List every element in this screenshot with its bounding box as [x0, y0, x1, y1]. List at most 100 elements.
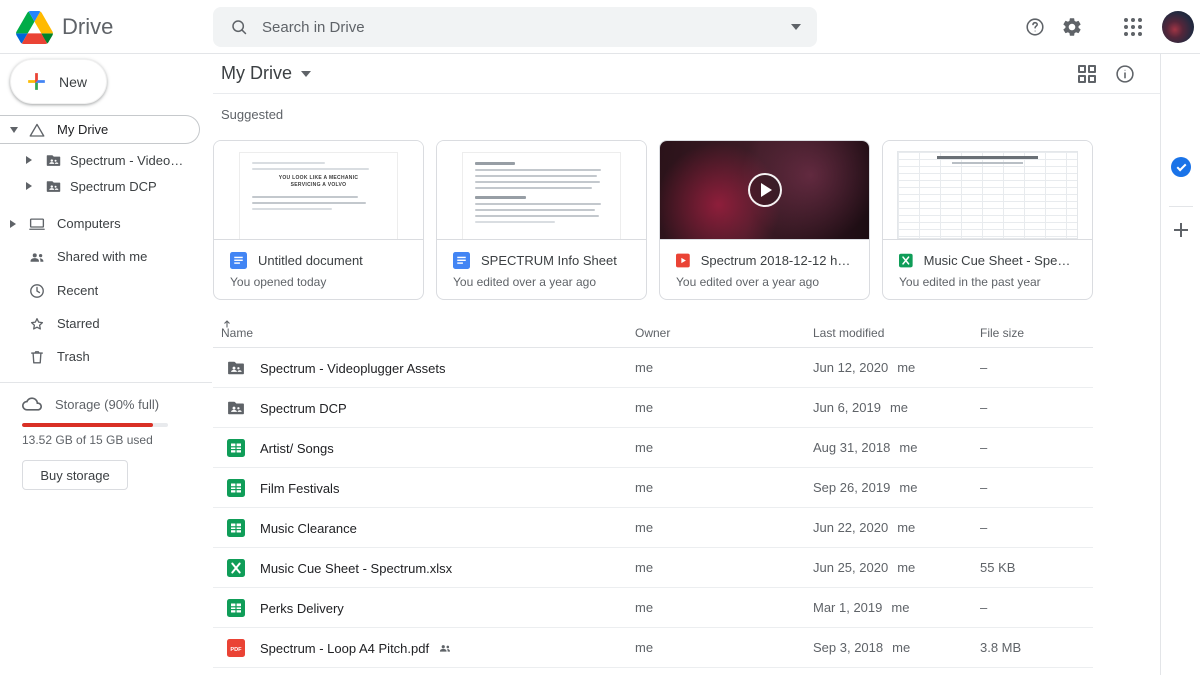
- file-name: Spectrum - Loop A4 Pitch.pdf: [260, 640, 430, 656]
- suggestion-card[interactable]: SPECTRUM Info Sheet You edited over a ye…: [436, 140, 647, 300]
- column-last-modified[interactable]: Last modified: [813, 318, 884, 348]
- modified-by: me: [897, 520, 916, 535]
- pdf-file-icon: PDF: [226, 638, 246, 658]
- google-sheet-icon: [226, 478, 246, 498]
- info-icon: [1116, 65, 1134, 83]
- sidebar-item-shared-with-me[interactable]: Shared with me: [0, 240, 212, 273]
- file-last-modified: Mar 1, 2019: [813, 600, 883, 615]
- tasks-button[interactable]: [1171, 157, 1191, 177]
- file-row[interactable]: Spectrum - Videoplugger Assets me Jun 12…: [213, 348, 1093, 388]
- sidebar: New My Drive Spectrum - Videoplugger... …: [0, 54, 212, 675]
- google-sheet-icon: [226, 438, 246, 458]
- file-owner: me: [635, 400, 654, 415]
- drive-logo[interactable]: Drive: [16, 0, 113, 54]
- file-size: –: [980, 400, 988, 415]
- file-last-modified: Jun 6, 2019: [813, 400, 881, 415]
- file-owner: me: [635, 360, 654, 375]
- sidebar-item-label: Trash: [57, 349, 90, 364]
- column-name[interactable]: Name: [221, 318, 253, 340]
- user-avatar[interactable]: [1162, 11, 1194, 43]
- search-icon: [232, 20, 247, 35]
- right-side-panel: [1160, 54, 1200, 675]
- new-plus-icon: [28, 73, 45, 90]
- search-options-caret-icon[interactable]: [791, 24, 801, 30]
- file-row[interactable]: Film Festivals me Sep 26, 2019 me –: [213, 468, 1093, 508]
- card-title: SPECTRUM Info Sheet: [481, 252, 617, 268]
- search-input[interactable]: [262, 18, 791, 36]
- sidebar-item-label: My Drive: [57, 122, 109, 137]
- modified-by: me: [892, 640, 911, 655]
- expand-caret-right-icon[interactable]: [26, 182, 32, 190]
- play-button-icon[interactable]: [747, 173, 782, 207]
- file-last-modified: Jun 22, 2020: [813, 520, 889, 535]
- settings-gear-icon: [1063, 18, 1081, 36]
- column-owner[interactable]: Owner: [635, 318, 670, 348]
- suggested-cards: YOU LOOK LIKE A MECHANIC SERVICING A VOL…: [213, 140, 1093, 300]
- storage-section[interactable]: Storage (90% full): [0, 392, 159, 416]
- sidebar-item-starred[interactable]: Starred: [0, 307, 212, 340]
- card-subtitle: You edited over a year ago: [453, 275, 596, 289]
- sidebar-item-label: Starred: [57, 316, 100, 331]
- new-button[interactable]: New: [10, 59, 107, 104]
- sidebar-item-folder-videoplugger[interactable]: Spectrum - Videoplugger...: [0, 147, 212, 173]
- sidebar-item-recent[interactable]: Recent: [0, 274, 212, 307]
- keep-button[interactable]: [1171, 111, 1191, 131]
- calendar-button[interactable]: [1171, 65, 1191, 85]
- file-owner: me: [635, 440, 654, 455]
- shared-folder-icon: [44, 151, 62, 169]
- file-row[interactable]: Artist/ Songs me Aug 31, 2018 me –: [213, 428, 1093, 468]
- storage-progress-fill: [22, 423, 154, 427]
- file-name: Film Festivals: [260, 480, 340, 496]
- sidebar-item-computers[interactable]: Computers: [0, 207, 212, 240]
- spreadsheet-thumbnail: [897, 151, 1078, 239]
- expand-caret-down-icon[interactable]: [10, 126, 18, 133]
- tasks-icon: [1171, 157, 1191, 177]
- suggestion-card[interactable]: Music Cue Sheet - Spectrum.xl... You edi…: [882, 140, 1093, 300]
- help-button[interactable]: [1023, 15, 1047, 39]
- sidebar-item-folder-dcp[interactable]: Spectrum DCP: [0, 173, 212, 199]
- expand-caret-right-icon[interactable]: [10, 219, 16, 228]
- buy-storage-button[interactable]: Buy storage: [22, 460, 128, 490]
- page-title[interactable]: My Drive: [221, 63, 311, 84]
- rail-divider: [1169, 206, 1193, 207]
- modified-by: me: [899, 440, 918, 455]
- file-row[interactable]: Perks Delivery me Mar 1, 2019 me –: [213, 588, 1093, 628]
- file-row[interactable]: Music Clearance me Jun 22, 2020 me –: [213, 508, 1093, 548]
- svg-text:PDF: PDF: [230, 647, 242, 653]
- column-file-size[interactable]: File size: [980, 318, 1024, 348]
- modified-by: me: [897, 360, 916, 375]
- google-doc-icon: [453, 251, 470, 269]
- shared-folder-icon: [226, 398, 246, 418]
- main-content: My Drive Suggested YOU LOOK LIKE A MECHA…: [213, 54, 1160, 675]
- file-owner: me: [635, 560, 654, 575]
- sidebar-item-label: Spectrum - Videoplugger...: [70, 152, 190, 168]
- get-addons-button[interactable]: [1173, 222, 1189, 238]
- info-button[interactable]: [1113, 62, 1137, 86]
- buy-storage-label: Buy storage: [40, 467, 110, 483]
- sidebar-item-my-drive[interactable]: My Drive: [0, 115, 200, 144]
- card-subtitle: You opened today: [230, 275, 327, 289]
- grid-view-button[interactable]: [1075, 62, 1099, 86]
- google-apps-button[interactable]: [1121, 15, 1145, 39]
- file-size: –: [980, 480, 988, 495]
- file-row[interactable]: PDF Spectrum - Loop A4 Pitch.pdf me Sep …: [213, 628, 1093, 668]
- settings-button[interactable]: [1060, 15, 1084, 39]
- card-subtitle: You edited in the past year: [899, 275, 1041, 289]
- title-caret-icon[interactable]: [301, 70, 311, 77]
- excel-file-icon: [226, 558, 246, 578]
- trash-icon: [28, 348, 46, 366]
- file-name: Artist/ Songs: [260, 440, 334, 456]
- search-bar[interactable]: [213, 7, 817, 47]
- suggestion-card[interactable]: YOU LOOK LIKE A MECHANIC SERVICING A VOL…: [213, 140, 424, 300]
- file-owner: me: [635, 480, 654, 495]
- file-name: Perks Delivery: [260, 600, 344, 616]
- sidebar-item-label: Recent: [57, 283, 99, 298]
- file-row[interactable]: Music Cue Sheet - Spectrum.xlsx me Jun 2…: [213, 548, 1093, 588]
- suggestion-card[interactable]: Spectrum 2018-12-12 higher-d... You edit…: [659, 140, 870, 300]
- sidebar-item-trash[interactable]: Trash: [0, 340, 212, 373]
- file-name: Spectrum - Videoplugger Assets: [260, 360, 446, 376]
- file-row[interactable]: Spectrum DCP me Jun 6, 2019 me –: [213, 388, 1093, 428]
- main-toolbar: My Drive: [213, 54, 1160, 94]
- expand-caret-right-icon[interactable]: [26, 156, 32, 164]
- sidebar-divider: [0, 382, 212, 383]
